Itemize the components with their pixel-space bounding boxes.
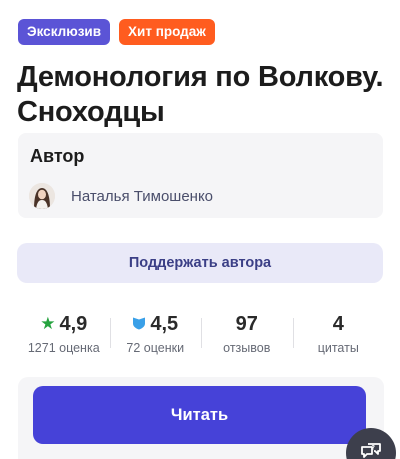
author-avatar (29, 183, 55, 209)
shield-icon (132, 313, 146, 336)
rating-count: 1271 оценка (27, 341, 100, 355)
star-icon: ★ (40, 314, 56, 333)
svg-text:?: ? (372, 444, 376, 451)
author-name[interactable]: Наталья Тимошенко (71, 188, 213, 205)
book-title: Демонология по Волкову. Сноходцы (17, 61, 384, 128)
litres-rating-value: 4,5 (150, 312, 179, 335)
reviews-stat[interactable]: 97 отзывов (201, 313, 293, 355)
quotes-stat[interactable]: 4 цитаты (292, 312, 385, 355)
stats-row: ★ 4,9 1271 оценка 4,5 72 оценки 97 отзыв… (18, 312, 385, 356)
read-button[interactable]: Читать (33, 386, 366, 444)
quotes-count: 4 (332, 312, 344, 335)
author-card: Автор Наталья Тимошенко (18, 133, 383, 218)
rating-value: 4,9 (59, 312, 88, 335)
support-author-button[interactable]: Поддержать автора (17, 243, 383, 283)
chat-help-icon: ? (359, 439, 383, 459)
quotes-label: цитаты (317, 341, 359, 355)
badges-row: Эксклюзив Хит продаж (18, 19, 215, 45)
exclusive-badge: Эксклюзив (18, 19, 111, 45)
author-heading: Автор (30, 146, 85, 166)
author-link[interactable]: Наталья Тимошенко (29, 183, 213, 209)
litres-rating-stat[interactable]: 4,5 72 оценки (109, 312, 202, 355)
reviews-label: отзывов (223, 341, 271, 355)
reviews-count: 97 (235, 312, 258, 335)
litres-rating-count: 72 оценки (126, 341, 185, 355)
rating-stat[interactable]: ★ 4,9 1271 оценка (18, 312, 110, 356)
bestseller-badge: Хит продаж (119, 19, 215, 45)
